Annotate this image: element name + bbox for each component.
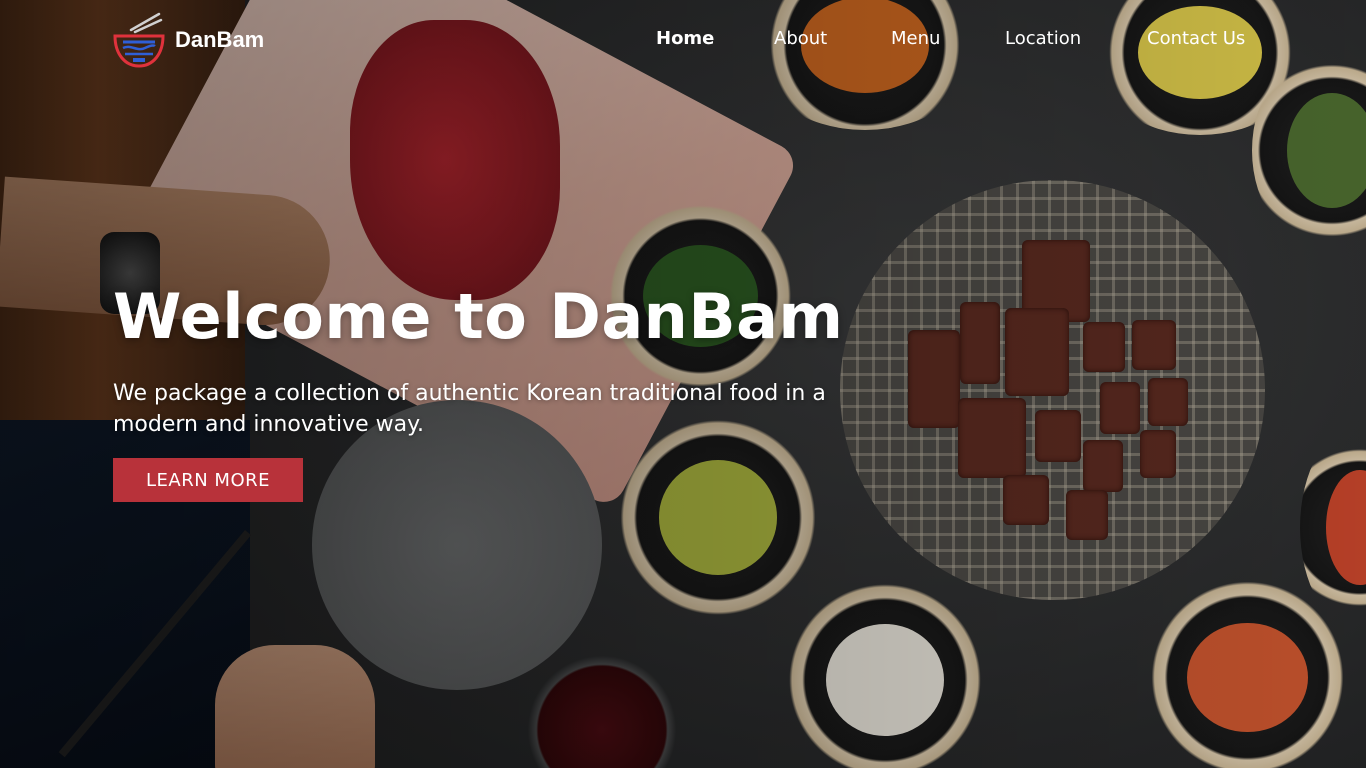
brand-name: DanBam (175, 27, 265, 52)
nav-link-home[interactable]: Home (656, 28, 714, 49)
learn-more-button[interactable]: LEARN MORE (113, 458, 303, 502)
nav-link-location[interactable]: Location (1005, 28, 1081, 49)
top-navbar: DanBam Home About Menu Location Contact … (0, 0, 1366, 80)
nav-link-about[interactable]: About (774, 28, 827, 49)
hero-subtitle: We package a collection of authentic Kor… (113, 381, 826, 437)
hero-title: Welcome to DanBam (113, 280, 844, 353)
brand-home-link[interactable]: DanBam (113, 12, 264, 68)
nav-link-menu[interactable]: Menu (891, 28, 940, 49)
nav-link-contact-us[interactable]: Contact Us (1147, 28, 1245, 49)
ramen-bowl-chopsticks-icon (113, 12, 165, 68)
